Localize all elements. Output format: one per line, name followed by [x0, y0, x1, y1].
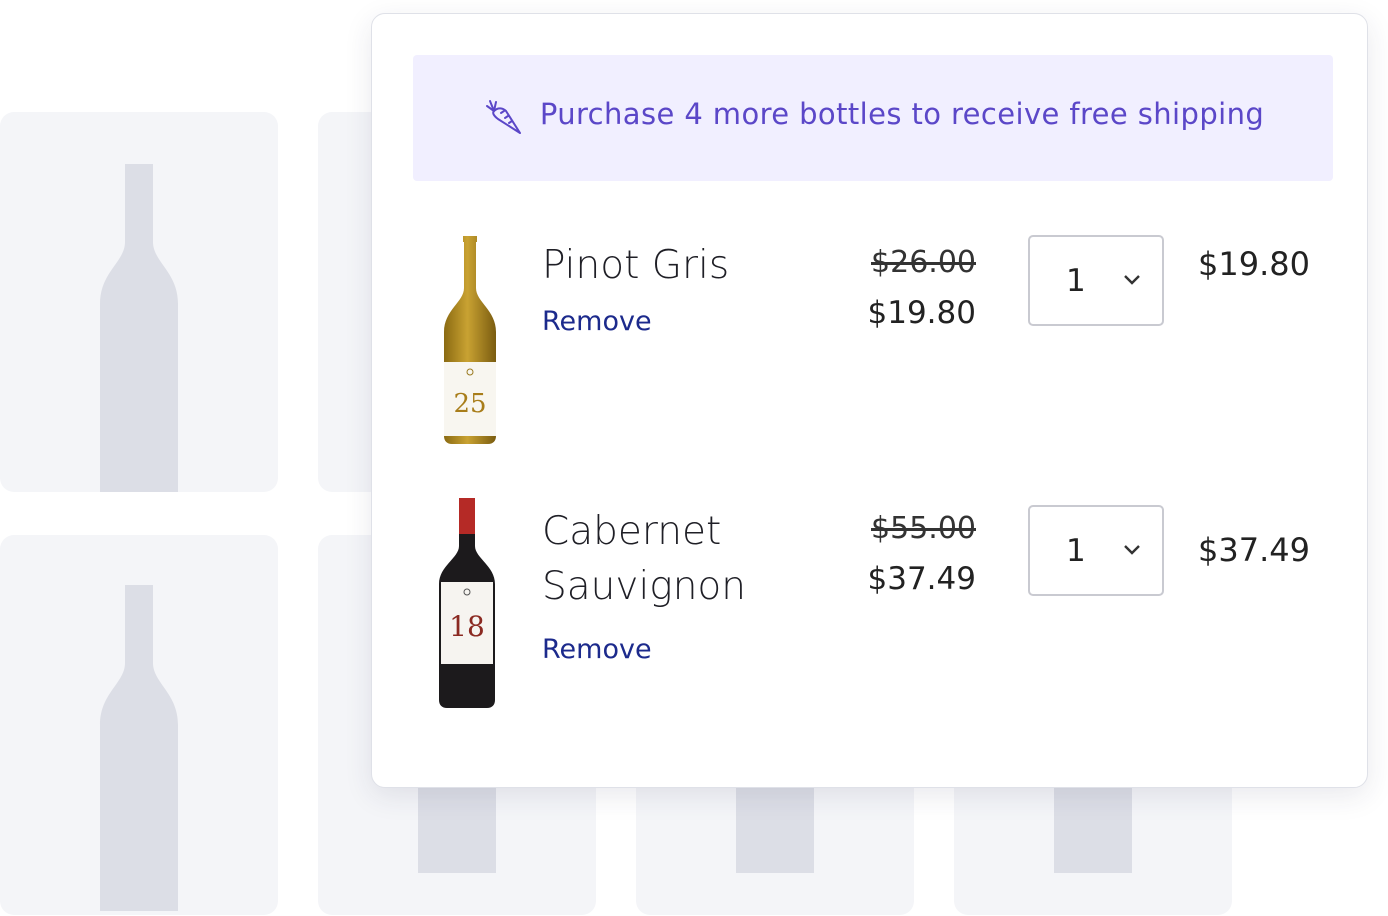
bottle-placeholder-icon: [100, 164, 178, 492]
cabernet-sauvignon-bottle-image: 18: [439, 498, 495, 708]
quantity-select[interactable]: 1: [1028, 235, 1164, 326]
remove-link[interactable]: Remove: [542, 306, 652, 337]
quantity-select[interactable]: 1: [1028, 505, 1164, 596]
placeholder-card: [0, 112, 278, 492]
placeholder-card: [0, 535, 278, 915]
cart-panel: Purchase 4 more bottles to receive free …: [371, 13, 1368, 788]
bottle-placeholder-icon: [100, 585, 178, 911]
bottle-label-number: 18: [449, 610, 485, 643]
chevron-down-icon: [1124, 545, 1140, 555]
line-total: $19.80: [1198, 245, 1310, 283]
item-name: Cabernet Sauvignon: [542, 509, 746, 609]
sale-price: $19.80: [867, 295, 976, 331]
chevron-down-icon: [1124, 275, 1140, 285]
free-shipping-banner: Purchase 4 more bottles to receive free …: [413, 55, 1333, 181]
quantity-value: 1: [1066, 533, 1086, 569]
bottle-label-number: 25: [453, 389, 486, 419]
item-name: Pinot Gris: [542, 243, 730, 288]
line-total: $37.49: [1198, 531, 1310, 569]
original-price: $26.00: [871, 245, 976, 280]
free-shipping-message: Purchase 4 more bottles to receive free …: [539, 97, 1265, 131]
remove-link[interactable]: Remove: [542, 634, 652, 665]
original-price: $55.00: [871, 511, 976, 546]
carrot-icon: [485, 100, 521, 134]
pinot-gris-bottle-image: 25: [444, 236, 496, 444]
sale-price: $37.49: [867, 561, 976, 597]
quantity-value: 1: [1066, 263, 1086, 299]
